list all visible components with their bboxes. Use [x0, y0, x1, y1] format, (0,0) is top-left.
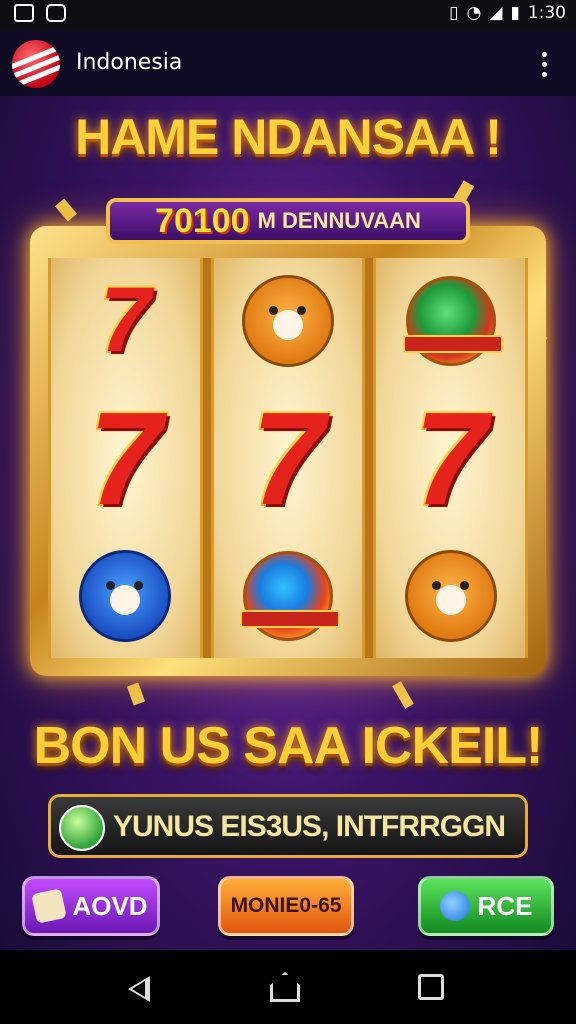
navigation-bar	[0, 950, 576, 1024]
kebab-menu-icon[interactable]	[542, 52, 548, 77]
seven-symbol: 7	[413, 384, 488, 532]
app-logo-icon[interactable]	[12, 40, 60, 88]
vibrate-icon: ▯	[449, 3, 459, 23]
app-bar: Indonesia	[0, 30, 576, 96]
coin-icon	[439, 891, 470, 921]
status-time: 1:30	[527, 3, 566, 23]
app-title: Indonesia	[76, 50, 183, 75]
seven-symbol: 7	[99, 269, 151, 371]
aovd-button-label: AOVD	[72, 890, 148, 921]
game-title: HAME NDANSAA !	[75, 109, 502, 165]
rce-button-label: RCE	[477, 890, 533, 921]
gallery-icon	[14, 4, 34, 22]
status-bar: ▯ ◔ ◢ ▮ 1:30	[0, 0, 576, 30]
jackpot-banner: 70100 M DENNUVAAN	[106, 198, 470, 244]
reel-2[interactable]: 7	[210, 258, 366, 658]
signal-icon: ◢	[489, 3, 503, 23]
bonus-headline: BON US SAA ICKEIL!	[33, 717, 544, 775]
confetti-decoration	[54, 198, 78, 222]
money-button-label: MONIE0-65	[230, 894, 342, 917]
info-bar[interactable]: YUNUS EIS3US, INTFRRGGN	[48, 794, 528, 858]
green-gem-icon	[59, 805, 105, 851]
jackpot-label: M DENNUVAAN	[257, 208, 421, 233]
recents-icon[interactable]	[418, 974, 444, 1000]
slot-machine-frame: 70100 M DENNUVAAN 7 7 7 7	[30, 198, 546, 676]
wifi-icon: ◔	[466, 3, 482, 23]
fire-orb-icon	[214, 533, 363, 658]
reel-3[interactable]: 7	[373, 258, 529, 658]
camera-icon	[46, 4, 66, 22]
home-icon[interactable]	[270, 972, 300, 1002]
tiger-head-icon	[376, 533, 525, 658]
seven-symbol: 7	[251, 384, 325, 532]
aovd-button[interactable]: AOVD	[22, 876, 160, 936]
confetti-decoration	[126, 682, 146, 706]
tiger-badge-icon	[214, 258, 363, 383]
battery-icon: ▮	[510, 3, 520, 23]
dice-icon	[31, 888, 68, 924]
reels[interactable]: 7 7 7 7	[48, 258, 529, 658]
rce-button[interactable]: RCE	[418, 876, 554, 936]
confetti-decoration	[392, 681, 414, 709]
reel-1[interactable]: 7 7	[48, 258, 203, 658]
green-orb-icon	[376, 258, 525, 383]
seven-symbol: 7	[88, 384, 163, 532]
blue-tiger-badge-icon	[51, 533, 200, 658]
back-icon[interactable]	[128, 976, 150, 1002]
info-bar-text: YUNUS EIS3US, INTFRRGGN	[113, 810, 506, 843]
jackpot-number: 70100	[155, 201, 250, 240]
money-button[interactable]: MONIE0-65	[218, 876, 354, 936]
